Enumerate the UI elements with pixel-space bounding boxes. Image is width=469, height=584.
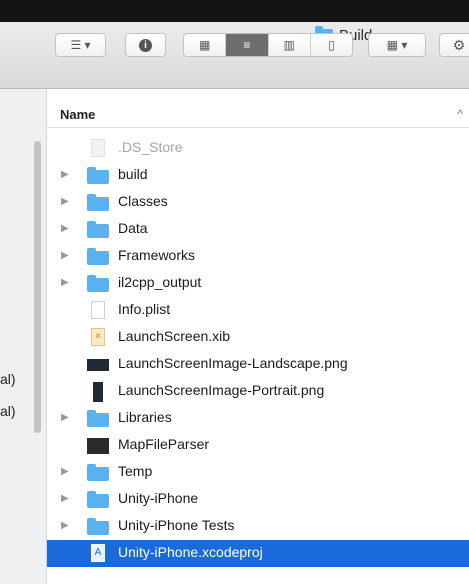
list-item-label: Unity-iPhone Tests	[118, 517, 235, 533]
sidebar: al) al)	[0, 89, 47, 584]
list-item[interactable]: MapFileParser	[47, 432, 469, 459]
disclosure-triangle-icon[interactable]: ▶	[61, 412, 69, 423]
list-item-label: .DS_Store	[118, 139, 183, 155]
list-item-label: build	[118, 166, 148, 182]
folder-icon	[87, 248, 109, 265]
folder-icon	[87, 275, 109, 292]
folder-icon	[87, 410, 109, 427]
list-item-label: LaunchScreenImage-Portrait.png	[118, 382, 325, 398]
plist-file-icon	[91, 301, 105, 319]
disclosure-triangle-icon[interactable]: ▶	[61, 250, 69, 261]
disclosure-triangle-icon[interactable]: ▶	[61, 520, 69, 531]
list-item[interactable]: ▶ Classes	[47, 189, 469, 216]
folder-icon	[87, 491, 109, 508]
list-item-label: Frameworks	[118, 247, 196, 263]
list-item-label: il2cpp_output	[118, 274, 202, 290]
sort-chevron-icon: ^	[457, 107, 463, 121]
list-item[interactable]: ▶ Libraries	[47, 405, 469, 432]
list-item[interactable]: ▶ Unity-iPhone Tests	[47, 513, 469, 540]
list-item[interactable]: LaunchScreenImage-Portrait.png	[47, 378, 469, 405]
disclosure-triangle-icon[interactable]: ▶	[61, 466, 69, 477]
group-icon: ▦ ▾	[386, 38, 408, 52]
menu-bar	[0, 0, 469, 22]
xib-file-icon: ×	[91, 328, 105, 346]
group-button[interactable]: ▦ ▾	[368, 33, 426, 57]
list-item-label: MapFileParser	[118, 436, 210, 452]
list-item-label: Info.plist	[118, 301, 171, 317]
list-item-label: Unity-iPhone	[118, 490, 199, 506]
portrait-image-icon	[93, 382, 103, 402]
sidebar-item-label[interactable]: al)	[0, 403, 16, 419]
folder-icon	[87, 464, 109, 481]
list-item-label: Unity-iPhone.xcodeproj	[118, 544, 263, 560]
gear-icon: ⚙	[452, 36, 466, 53]
name-column-label: Name	[60, 107, 96, 122]
list-item-label: Data	[118, 220, 148, 236]
cover-flow-icon[interactable]: ▯	[309, 34, 352, 56]
list-item-label: Libraries	[118, 409, 172, 425]
column-view-icon[interactable]: ▥	[267, 34, 310, 56]
list-item[interactable]: LaunchScreenImage-Landscape.png	[47, 351, 469, 378]
list-view-icon[interactable]: ≡	[225, 34, 268, 56]
list-item[interactable]: ▶ il2cpp_output	[47, 270, 469, 297]
name-column-header[interactable]: Name ^	[47, 103, 469, 128]
list-item[interactable]: ▶ Unity-iPhone	[47, 486, 469, 513]
arrange-button[interactable]: ☰ ▾	[55, 33, 106, 57]
list-item-label: Classes	[118, 193, 168, 209]
folder-icon	[87, 221, 109, 238]
landscape-image-icon	[87, 359, 109, 371]
list-item[interactable]: × LaunchScreen.xib	[47, 324, 469, 351]
folder-icon	[87, 167, 109, 184]
hidden-file-icon	[91, 139, 105, 157]
list-item-label: LaunchScreen.xib	[118, 328, 231, 344]
info-icon: i	[139, 38, 152, 52]
icon-view-icon[interactable]: ▦	[184, 34, 225, 56]
list-item[interactable]: .DS_Store	[47, 135, 469, 162]
disclosure-triangle-icon[interactable]: ▶	[61, 493, 69, 504]
xcodeproj-icon: A	[91, 544, 105, 562]
list-arrange-icon: ☰ ▾	[70, 38, 91, 52]
disclosure-triangle-icon[interactable]: ▶	[61, 169, 69, 180]
disclosure-triangle-icon[interactable]: ▶	[61, 277, 69, 288]
list-item[interactable]: ▶ Temp	[47, 459, 469, 486]
list-item[interactable]: Info.plist	[47, 297, 469, 324]
sidebar-item-label[interactable]: al)	[0, 371, 16, 387]
list-item-selected[interactable]: A Unity-iPhone.xcodeproj	[47, 540, 469, 567]
folder-icon	[87, 518, 109, 535]
list-item-label: Temp	[118, 463, 153, 479]
list-item[interactable]: ▶ Frameworks	[47, 243, 469, 270]
sidebar-scrollbar[interactable]	[34, 141, 41, 433]
action-button[interactable]: ⚙	[439, 33, 469, 57]
view-mode-segmented-control[interactable]: ▦ ≡ ▥ ▯	[183, 33, 353, 57]
list-item-label: LaunchScreenImage-Landscape.png	[118, 355, 348, 371]
disclosure-triangle-icon[interactable]: ▶	[61, 223, 69, 234]
list-item[interactable]: ▶ Data	[47, 216, 469, 243]
info-button[interactable]: i	[125, 33, 166, 57]
folder-icon	[87, 194, 109, 211]
executable-icon	[87, 438, 109, 454]
list-item[interactable]: ▶ build	[47, 162, 469, 189]
disclosure-triangle-icon[interactable]: ▶	[61, 196, 69, 207]
